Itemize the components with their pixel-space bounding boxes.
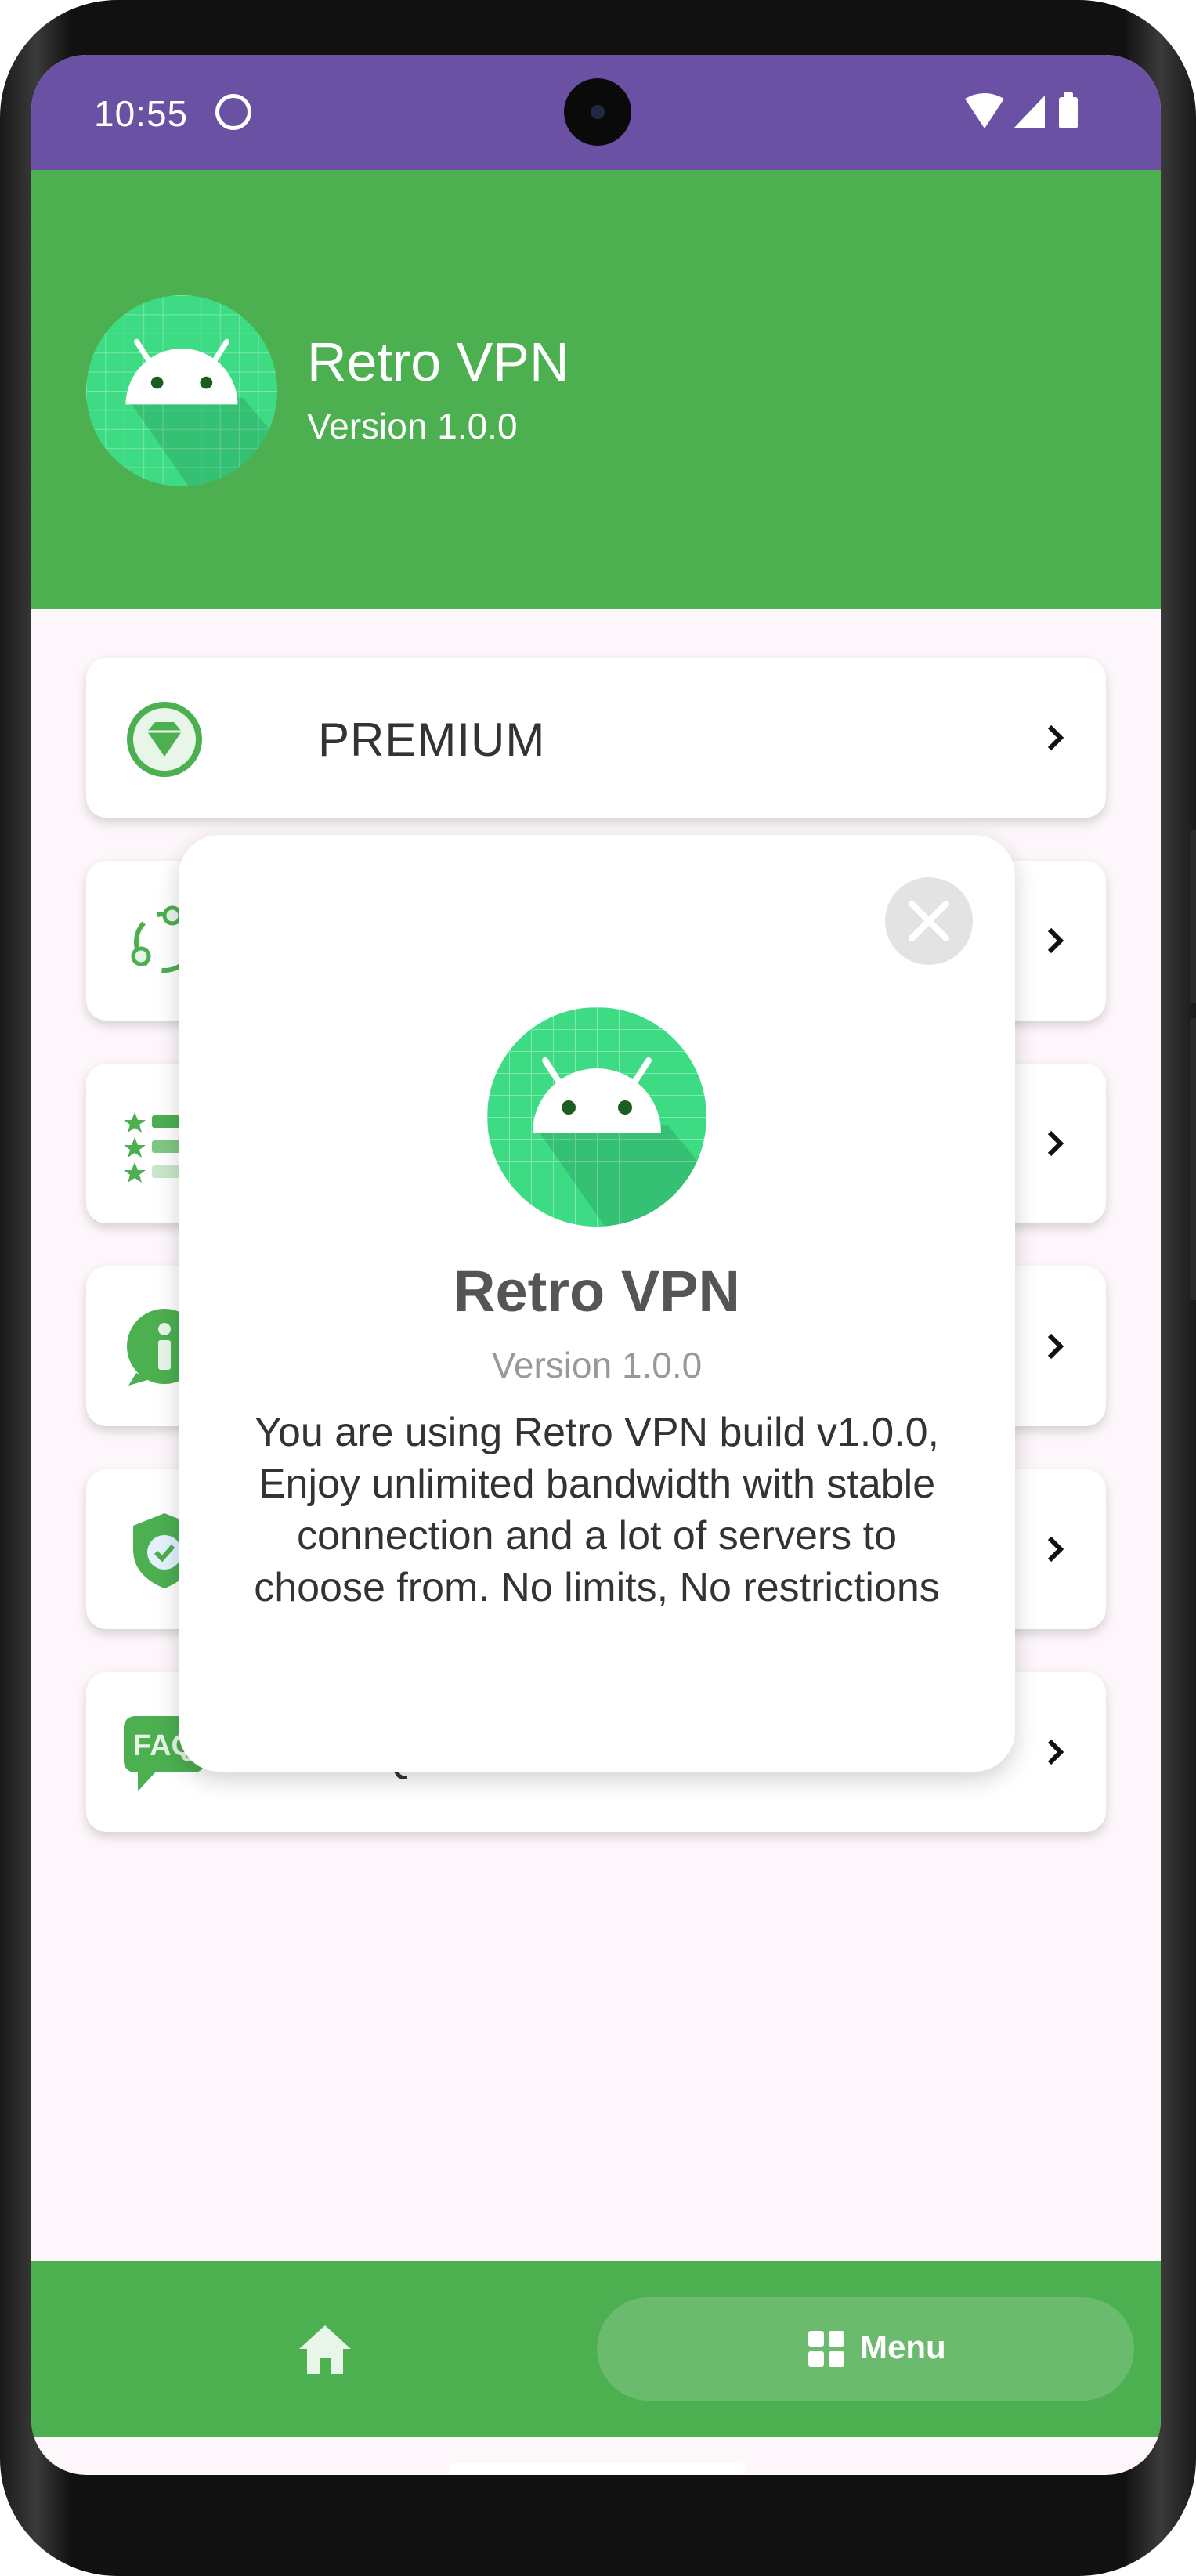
- grid-menu-icon: [808, 2331, 844, 2367]
- battery-icon: [1059, 97, 1078, 128]
- dialog-description: You are using Retro VPN build v1.0.0, En…: [254, 1410, 940, 1610]
- cellular-signal-icon: [1014, 96, 1045, 128]
- screen: 10:55 Retro VPN Version 1.0.0 PREMIUM FA…: [31, 55, 1161, 2475]
- dialog-close-button[interactable]: [885, 877, 973, 965]
- chevron-right-icon: [1047, 1333, 1064, 1360]
- app-logo: [86, 295, 277, 486]
- chevron-right-icon: [1047, 927, 1064, 954]
- gesture-navigation-bar[interactable]: [448, 2463, 746, 2474]
- chevron-right-icon: [1047, 1739, 1064, 1765]
- chevron-right-icon: [1047, 724, 1064, 751]
- menu-item-premium[interactable]: PREMIUM: [86, 658, 1106, 818]
- cat-notification-icon: [215, 94, 251, 130]
- chevron-right-icon: [1047, 1130, 1064, 1157]
- close-icon: [909, 901, 949, 941]
- dialog-app-logo: [487, 1007, 706, 1227]
- home-icon[interactable]: [298, 2322, 352, 2377]
- wifi-icon: [965, 93, 1004, 128]
- status-icons: [965, 92, 1078, 128]
- menu-item-label: PREMIUM: [318, 714, 546, 766]
- dialog-app-name: Retro VPN: [453, 1259, 740, 1324]
- status-bar: 10:55: [31, 55, 1161, 170]
- nav-menu-button[interactable]: Menu: [597, 2297, 1134, 2401]
- nav-menu-label: Menu: [860, 2329, 946, 2365]
- front-camera: [564, 78, 631, 146]
- premium-gem-icon: [127, 702, 202, 777]
- power-button: [1190, 830, 1196, 1003]
- chevron-right-icon: [1047, 1536, 1064, 1563]
- header-app-version: Version 1.0.0: [307, 406, 518, 446]
- bottom-navigation: Menu: [31, 2261, 1161, 2437]
- status-time: 10:55: [94, 93, 189, 134]
- phone-frame: 10:55 Retro VPN Version 1.0.0 PREMIUM FA…: [0, 0, 1196, 2576]
- header-app-name: Retro VPN: [307, 331, 569, 392]
- dialog-app-version: Version 1.0.0: [491, 1345, 703, 1386]
- app-header: Retro VPN Version 1.0.0: [31, 170, 1161, 609]
- volume-button: [1190, 1018, 1196, 1300]
- about-dialog: Retro VPN Version 1.0.0 You are using Re…: [179, 835, 1015, 1772]
